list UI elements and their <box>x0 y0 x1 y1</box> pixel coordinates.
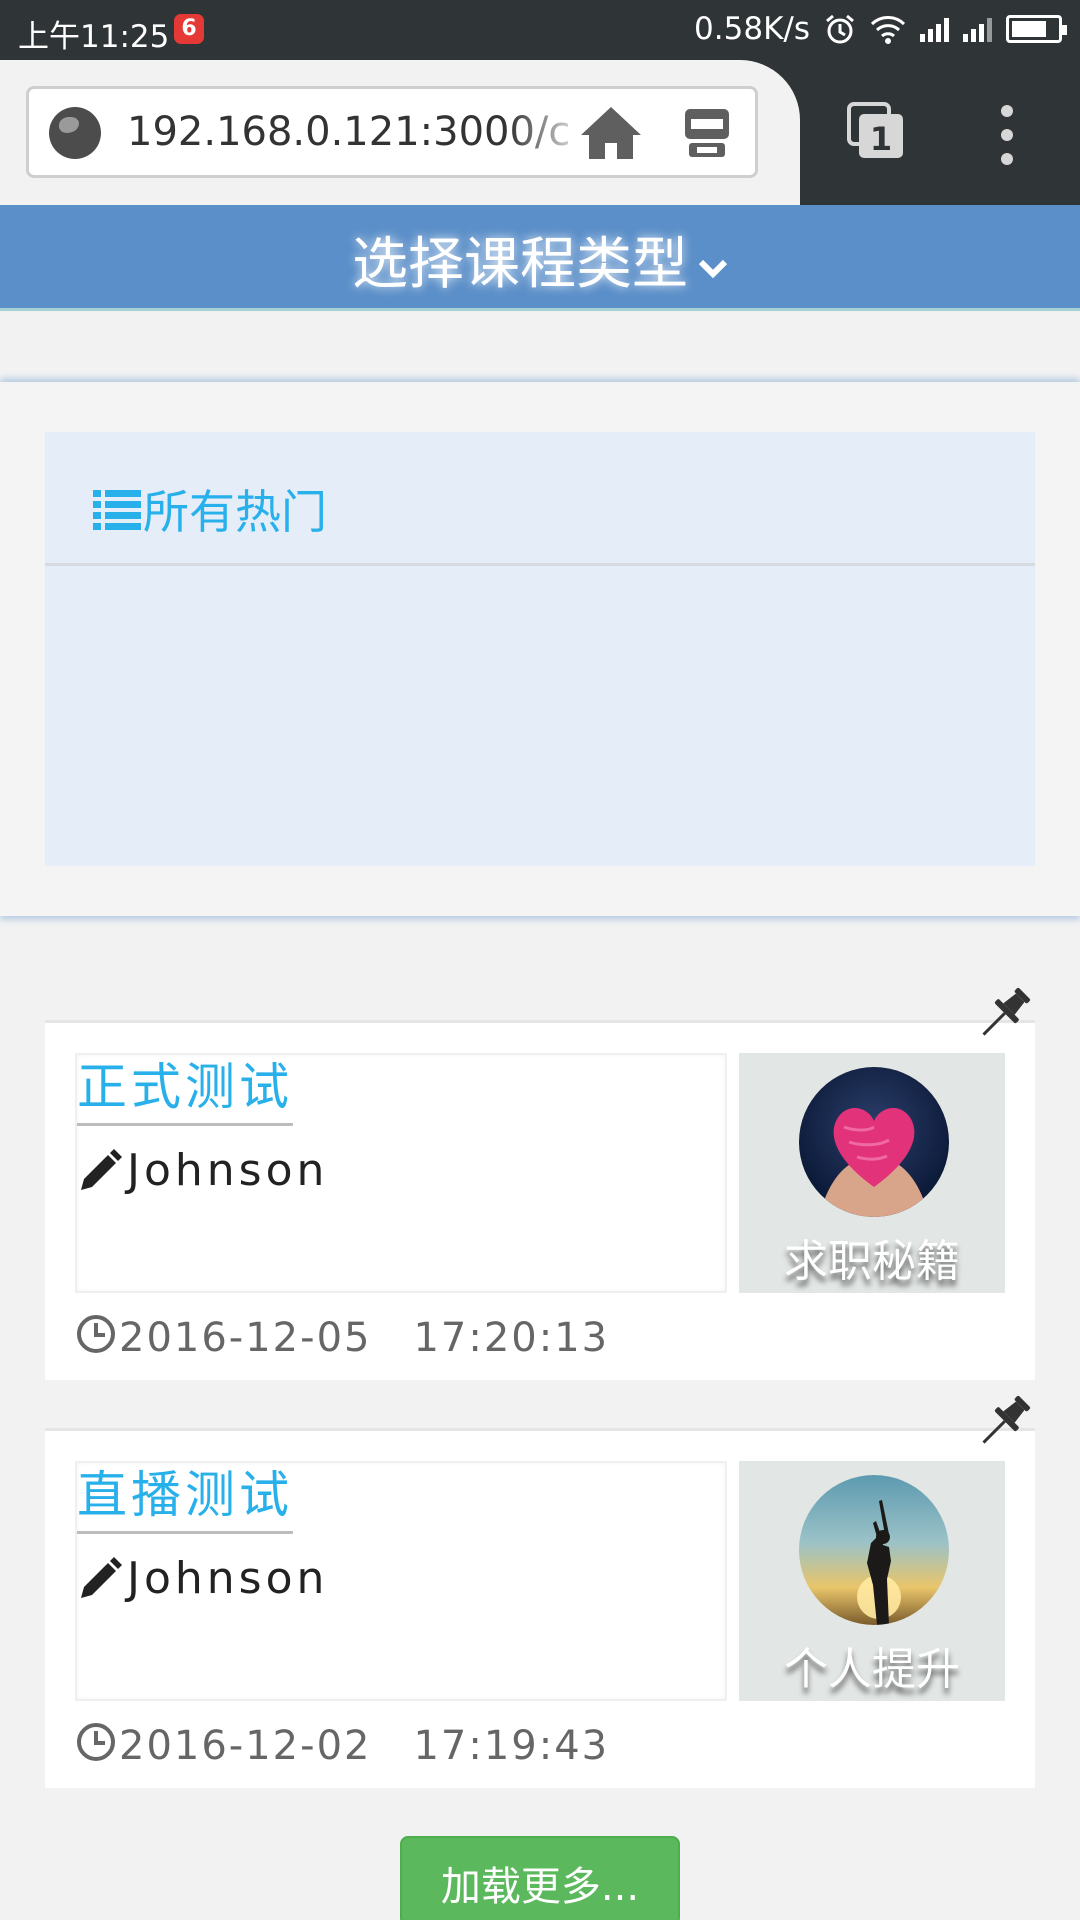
robot-icon[interactable] <box>677 103 737 163</box>
course-info: 正式测试 Johnson <box>75 1053 727 1293</box>
browser-toolbar: 192.168.0.121:3000/c 1 <box>0 60 1080 205</box>
address-bar[interactable]: 192.168.0.121:3000/c <box>26 86 758 178</box>
course-author: Johnson <box>77 1553 328 1604</box>
page-header: 选择课程类型 <box>0 205 1080 311</box>
hot-panel-header[interactable]: 所有热门 <box>45 432 1035 566</box>
page-title: 选择课程类型 <box>352 232 688 297</box>
signal-icon <box>920 16 949 42</box>
list-icon <box>93 490 141 530</box>
netease-music-icon: 6 <box>174 14 204 44</box>
wifi-icon <box>870 16 906 44</box>
course-author: Johnson <box>77 1145 328 1196</box>
pin-icon <box>982 987 1031 1036</box>
status-time: 上午11:25 <box>18 19 170 55</box>
author-name: Johnson <box>127 1145 329 1196</box>
browser-menu-icon[interactable] <box>995 105 1019 165</box>
pencil-icon <box>81 1148 122 1190</box>
hot-section: 所有热门 <box>0 382 1080 916</box>
course-card[interactable]: 直播测试 Johnson 个人提升 2016-12-02 17:19:43 <box>45 1395 1035 1788</box>
course-title[interactable]: 正式测试 <box>77 1055 293 1126</box>
datetime-text: 2016-12-02 17:19:43 <box>119 1723 610 1769</box>
course-thumbnail[interactable]: 个人提升 <box>739 1461 1005 1701</box>
svg-text:1: 1 <box>870 120 892 158</box>
silhouette-sunset-image <box>799 1475 949 1625</box>
signal-icon <box>963 16 992 42</box>
battery-icon <box>1006 15 1067 43</box>
clock-icon <box>77 1723 115 1761</box>
network-speed: 0.58K/s <box>694 11 810 47</box>
status-right: 0.58K/s <box>694 11 1067 47</box>
datetime-text: 2016-12-05 17:20:13 <box>119 1315 610 1361</box>
hot-panel-label: 所有热门 <box>143 485 327 539</box>
hot-panel-title[interactable]: 所有热门 <box>93 476 327 542</box>
course-datetime: 2016-12-02 17:19:43 <box>75 1713 609 1771</box>
course-category: 个人提升 <box>784 1644 960 1695</box>
hot-panel: 所有热门 <box>45 432 1035 866</box>
course-category: 求职秘籍 <box>784 1236 960 1287</box>
alarm-icon <box>826 14 854 44</box>
author-name: Johnson <box>127 1553 329 1604</box>
heart-in-hands-image <box>799 1067 949 1217</box>
pin-icon <box>982 1395 1031 1444</box>
load-more-button[interactable]: 加载更多... <box>400 1836 680 1920</box>
course-card[interactable]: 正式测试 Johnson 求职秘籍 2016-12-05 17:20:13 <box>45 987 1035 1380</box>
course-title[interactable]: 直播测试 <box>77 1463 293 1534</box>
pencil-icon <box>81 1556 122 1598</box>
course-type-dropdown[interactable]: 选择课程类型 <box>0 219 1080 300</box>
chevron-down-icon <box>698 259 728 279</box>
globe-icon <box>49 107 101 159</box>
course-thumbnail[interactable]: 求职秘籍 <box>739 1053 1005 1293</box>
tab-switcher-icon[interactable]: 1 <box>845 100 907 162</box>
course-datetime: 2016-12-05 17:20:13 <box>75 1305 609 1363</box>
browser-tab: 192.168.0.121:3000/c <box>0 60 800 205</box>
status-bar: 上午11:25 6 0.58K/s <box>0 0 1080 60</box>
home-icon[interactable] <box>579 103 643 163</box>
course-info: 直播测试 Johnson <box>75 1461 727 1701</box>
clock-icon <box>77 1315 115 1353</box>
